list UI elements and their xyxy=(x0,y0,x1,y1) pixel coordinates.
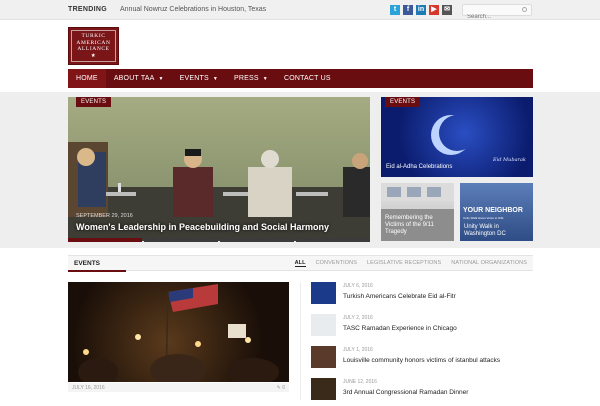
event-date: JULY 2, 2016 xyxy=(343,315,373,321)
nav-item-about-taa[interactable]: ABOUT TAA ▼ xyxy=(106,69,172,88)
slider-progress xyxy=(68,238,370,242)
events-section-header: EVENTS ALL CONVENTIONS LEGISLATIVE RECEPTI… xyxy=(68,255,533,272)
side-title[interactable]: Unity Walk in Washington DC xyxy=(464,224,530,238)
event-title-link[interactable]: 3rd Annual Congressional Ramadan Dinner xyxy=(343,389,468,396)
main-nav: HOME ABOUT TAA ▼ EVENTS ▼ PRESS ▼ CONTACT US xyxy=(68,69,533,88)
facebook-icon[interactable]: f xyxy=(403,5,413,15)
chevron-down-icon: ▼ xyxy=(212,75,219,82)
trending-headline-link[interactable]: Annual Nowruz Celebrations in Houston, T… xyxy=(120,6,266,13)
featured-side-eid[interactable]: Eid Mubarak EVENTS Eid al-Adha Celebrati… xyxy=(381,97,533,177)
event-title-link[interactable]: TASC Ramadan Experience in Chicago xyxy=(343,325,457,332)
nav-item-press[interactable]: PRESS ▼ xyxy=(226,69,276,88)
nav-item-label: EVENTS xyxy=(179,75,209,82)
event-main-meta: JULY 16, 2016 ✎ 0 xyxy=(68,383,289,392)
event-date: JULY 1, 2016 xyxy=(343,347,373,353)
star-icon: ★ xyxy=(90,52,97,59)
filter-tab-conventions[interactable]: CONVENTIONS xyxy=(316,260,357,267)
search-box xyxy=(462,4,532,22)
crescent-moon-graphic xyxy=(439,115,475,151)
featured-main-slide[interactable]: EVENTS SEPTEMBER 29, 2016 Women's Leader… xyxy=(68,97,370,241)
chevron-down-icon: ▼ xyxy=(158,75,164,82)
event-title-link[interactable]: Turkish Americans Celebrate Eid al-Fitr xyxy=(343,293,456,300)
event-thumbnail[interactable] xyxy=(311,378,336,400)
comment-count[interactable]: ✎ 0 xyxy=(277,385,285,391)
filter-tab-national-organizations[interactable]: NATIONAL ORGANIZATIONS xyxy=(451,260,527,267)
list-item[interactable]: JULY 2, 2016 TASC Ramadan Experience in C… xyxy=(311,314,533,342)
event-thumbnail[interactable] xyxy=(311,282,336,304)
event-thumbnail[interactable] xyxy=(311,314,336,336)
email-icon[interactable]: ✉ xyxy=(442,5,452,15)
eid-mubarak-overlay: Eid Mubarak xyxy=(493,157,526,163)
category-badge[interactable]: EVENTS xyxy=(385,97,421,107)
featured-side-unity[interactable]: YOUR NEIGHBOR Unity Walk Gives Voice to … xyxy=(460,183,533,241)
section-title-underline xyxy=(68,270,126,272)
your-neighbor-overlay: YOUR NEIGHBOR xyxy=(463,207,523,214)
slider-dot[interactable] xyxy=(296,238,370,242)
event-title-link[interactable]: Louisville community honors victims of i… xyxy=(343,357,500,364)
list-item[interactable]: JULY 6, 2016 Turkish Americans Celebrate … xyxy=(311,282,533,310)
category-badge[interactable]: EVENTS xyxy=(76,97,112,107)
trending-label: TRENDING xyxy=(68,6,107,13)
vigil-photo xyxy=(78,284,279,382)
side-title[interactable]: Eid al-Adha Celebrations xyxy=(386,164,452,170)
nav-item-home[interactable]: HOME xyxy=(68,69,106,88)
nav-item-label: ABOUT TAA xyxy=(113,75,155,82)
your-neighbor-sub: Unity Walk Gives Voice to 9/11 xyxy=(463,216,504,220)
site-logo[interactable]: TURKIC AMERICAN ALLIANCE ★ xyxy=(68,27,119,65)
event-date: JUNE 12, 2016 xyxy=(343,379,377,385)
event-date: JULY 16, 2016 xyxy=(72,385,105,391)
slider-dot[interactable] xyxy=(220,238,294,242)
nav-item-label: PRESS xyxy=(234,75,259,82)
featured-date: SEPTEMBER 29, 2016 xyxy=(76,213,133,219)
filter-tab-legislative-receptions[interactable]: LEGISLATIVE RECEPTIONS xyxy=(367,260,441,267)
nav-item-contact-us[interactable]: CONTACT US xyxy=(276,69,339,88)
linkedin-icon[interactable]: in xyxy=(416,5,426,15)
event-date: JULY 6, 2016 xyxy=(343,283,373,289)
nav-item-label: CONTACT US xyxy=(283,75,331,82)
social-icons: t f in ▶ ✉ xyxy=(390,5,452,15)
featured-side-911[interactable]: Remembering the Victims of the 9/11 Trag… xyxy=(381,183,454,241)
list-item[interactable]: JULY 1, 2016 Louisville community honors … xyxy=(311,346,533,374)
twitter-icon[interactable]: t xyxy=(390,5,400,15)
youtube-icon[interactable]: ▶ xyxy=(429,5,439,15)
list-item[interactable]: JUNE 12, 2016 3rd Annual Congressional Ra… xyxy=(311,378,533,406)
section-title: EVENTS xyxy=(74,260,101,267)
slider-dot-active[interactable] xyxy=(68,238,142,242)
filter-tab-all[interactable]: ALL xyxy=(294,260,306,267)
top-bar: TRENDING Annual Nowruz Celebrations in H… xyxy=(0,0,600,22)
event-thumbnail[interactable] xyxy=(311,346,336,368)
featured-title[interactable]: Women's Leadership in Peacebuilding and … xyxy=(76,222,329,232)
event-filters: ALL CONVENTIONS LEGISLATIVE RECEPTIONS NATI… xyxy=(294,260,527,267)
nav-item-label: HOME xyxy=(76,75,98,82)
event-main-photo[interactable] xyxy=(68,282,289,382)
search-input[interactable] xyxy=(463,12,518,22)
nav-item-events[interactable]: EVENTS ▼ xyxy=(172,69,226,88)
slider-dot[interactable] xyxy=(144,238,218,242)
column-divider xyxy=(300,282,301,400)
hero-photo-panel xyxy=(68,142,370,217)
search-icon[interactable] xyxy=(522,7,527,12)
chevron-down-icon: ▼ xyxy=(262,75,268,82)
comment-count-value: 0 xyxy=(282,385,285,391)
side-title[interactable]: Remembering the Victims of the 9/11 Trag… xyxy=(385,215,451,236)
